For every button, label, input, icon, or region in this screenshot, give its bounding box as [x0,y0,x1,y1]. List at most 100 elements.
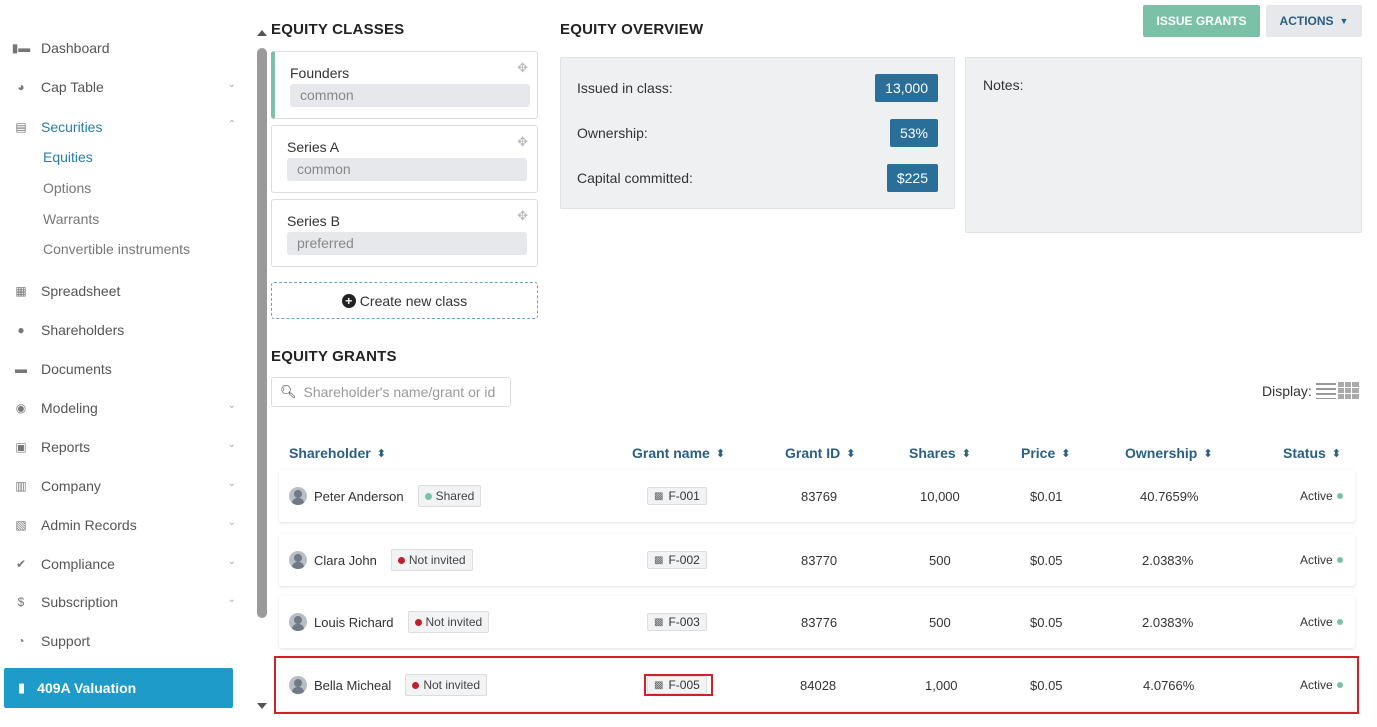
sidebar-item-label: Company [41,478,101,494]
scroll-up-arrow-icon[interactable] [257,30,267,36]
sidebar-item-spreadsheet[interactable]: ▦ Spreadsheet [14,280,236,302]
sidebar-item-reports[interactable]: ▣ Reports ⌄ [14,436,236,458]
sidebar-item-label: Cap Table [41,79,104,95]
status-badge: Active [1300,489,1343,503]
valuation-button[interactable]: ▮ 409A Valuation [4,668,233,708]
sidebar-item-modeling[interactable]: ◉ Modeling ⌄ [14,397,236,419]
overview-capital-row: Capital committed: $225 [577,164,938,192]
sort-icon: ⬍ [846,447,856,460]
sidebar-item-shareholders[interactable]: ● Shareholders [14,319,236,341]
class-card-series-a[interactable]: Series A common ✥ [271,125,538,193]
sidebar-item-support[interactable]: ◔ Support [14,630,236,652]
grant-id: 83776 [801,614,838,630]
sidebar-subitem-options[interactable]: Options [43,180,91,196]
create-class-button[interactable]: + Create new class [271,282,538,319]
invite-status-label: Shared [435,489,475,503]
shareholder-name[interactable]: Peter Anderson [314,489,404,504]
scroll-down-arrow-icon[interactable] [257,703,267,709]
document-icon: ▩ [654,554,664,566]
capital-label: Capital committed: [577,170,693,186]
dashboard-icon: ▮▬ [11,41,31,55]
column-header-grant-name[interactable]: Grant name ⬍ [632,445,725,461]
column-header-price[interactable]: Price ⬍ [1021,445,1070,461]
sidebar-item-label: Reports [41,439,91,455]
header-label: Price [1021,445,1056,461]
support-icon: ◔ [17,634,25,648]
class-name: Series A [287,139,340,155]
sort-icon: ⬍ [376,447,386,460]
document-icon: ▩ [654,616,664,628]
document-icon: ▮ [18,680,26,695]
sidebar-subitem-convertible-instruments[interactable]: Convertible instruments [43,241,190,257]
sidebar-item-label: Modeling [41,400,98,416]
search-input[interactable] [303,384,504,400]
sidebar-item-documents[interactable]: ▬ Documents [14,358,236,380]
column-header-ownership[interactable]: Ownership ⬍ [1125,445,1213,461]
class-name: Series B [287,213,340,229]
sidebar-item-label: Securities [41,119,103,135]
class-card-series-b[interactable]: Series B preferred ✥ [271,199,538,267]
grant-name: F-001 [668,489,700,503]
shareholder-name[interactable]: Louis Richard [314,615,394,630]
actions-button[interactable]: ACTIONS ▼ [1266,5,1362,37]
sidebar-item-label: Dashboard [41,40,110,56]
column-header-shareholder[interactable]: Shareholder ⬍ [289,445,386,461]
shareholder-cell: Peter Anderson Shared [289,470,482,522]
scrollbar-thumb[interactable] [257,48,267,618]
status-dot-icon [1336,493,1343,499]
lightbulb-icon: ◉ [15,401,27,415]
price: $0.05 [1030,552,1063,568]
class-card-founders[interactable]: Founders common ✥ [271,51,538,119]
scrollbar[interactable] [255,30,269,715]
overview-issued-row: Issued in class: 13,000 [577,74,938,102]
table-row[interactable]: Peter Anderson Shared ▩ F-001 83769 10,00… [279,470,1355,522]
sidebar-item-securities[interactable]: ▤ Securities ⌃ [14,116,236,138]
invite-status-badge: Shared [417,485,482,507]
drag-handle-icon[interactable]: ✥ [517,60,528,76]
status-cell: Active [1300,596,1343,648]
column-header-grant-id[interactable]: Grant ID ⬍ [785,445,855,461]
grant-search[interactable]: 🔍︎ [271,377,511,407]
issue-grants-button[interactable]: ISSUE GRANTS [1143,5,1260,37]
class-type: common [287,158,527,181]
status-dot-icon [1336,619,1343,625]
actions-label: ACTIONS [1279,14,1334,28]
ownership: 2.0383% [1142,614,1194,630]
notes-panel[interactable]: Notes: [965,57,1362,233]
avatar [289,551,307,569]
grant-tag[interactable]: ▩ F-002 [647,551,707,569]
sidebar-subitem-equities[interactable]: Equities [43,149,93,165]
shareholder-name[interactable]: Clara John [314,553,377,568]
sidebar-item-label: Spreadsheet [41,283,121,299]
sidebar-item-dashboard[interactable]: ▮▬ Dashboard [11,37,236,59]
sidebar-item-subscription[interactable]: $ Subscription ⌄ [14,591,236,613]
grant-name-cell: ▩ F-003 [647,596,707,648]
sidebar-item-compliance[interactable]: ✔ Compliance ⌄ [14,553,236,575]
shares: 10,000 [920,488,960,504]
header-label: Shareholder [289,445,371,461]
header-label: Shares [909,445,956,461]
shield-check-icon: ✔ [15,557,27,571]
sidebar-subitem-warrants[interactable]: Warrants [43,211,99,227]
grant-tag[interactable]: ▩ F-001 [647,487,707,505]
sidebar-item-admin-records[interactable]: ▧ Admin Records ⌄ [14,514,236,536]
sidebar-item-cap-table[interactable]: ◕ Cap Table ⌄ [14,76,236,98]
shares: 500 [929,552,951,568]
grid-view-icon[interactable] [1337,382,1359,399]
avatar [289,487,307,505]
chevron-down-icon: ⌄ [227,517,236,528]
table-row[interactable]: Louis Richard Not invited ▩ F-003 83776 5… [279,596,1355,648]
column-header-status[interactable]: Status ⬍ [1283,445,1341,461]
chevron-down-icon: ⌄ [227,400,236,411]
user-icon: ● [17,323,25,337]
drag-handle-icon[interactable]: ✥ [517,134,528,150]
highlight-box-row [274,656,1359,714]
column-header-shares[interactable]: Shares ⬍ [909,445,971,461]
list-view-icon[interactable] [1315,382,1336,399]
grant-tag[interactable]: ▩ F-003 [647,613,707,631]
ownership: 40.7659% [1140,488,1199,504]
sidebar-item-company[interactable]: ▥ Company ⌄ [14,475,236,497]
drag-handle-icon[interactable]: ✥ [517,208,528,224]
table-row[interactable]: Clara John Not invited ▩ F-002 83770 500 … [279,534,1355,586]
sidebar-item-label: Shareholders [41,322,125,338]
